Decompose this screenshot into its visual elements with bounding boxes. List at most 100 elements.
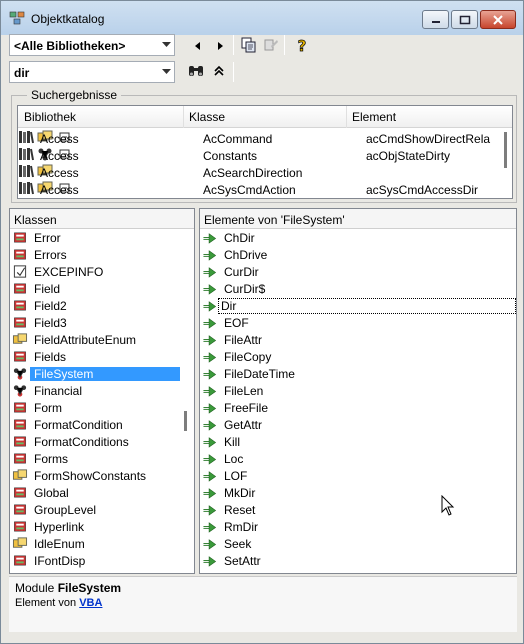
member-item[interactable]: Kill — [200, 433, 516, 450]
member-item[interactable]: MkDir — [200, 484, 516, 501]
method-icon — [203, 539, 217, 550]
column-header-element[interactable]: Element — [352, 110, 396, 128]
forward-icon[interactable] — [211, 37, 229, 55]
copy-icon[interactable] — [240, 36, 258, 54]
details-name: FileSystem — [57, 581, 122, 595]
class-item-label: Fields — [34, 350, 67, 364]
class-item[interactable]: FormShowConstants — [10, 467, 184, 484]
close-button[interactable] — [480, 10, 516, 29]
class-item[interactable]: Field3 — [10, 314, 184, 331]
library-select[interactable]: <Alle Bibliotheken> — [9, 34, 175, 56]
class-item[interactable]: Hyperlink — [10, 518, 184, 535]
member-item[interactable]: LOF — [200, 467, 516, 484]
class-item-label: FormShowConstants — [34, 469, 147, 483]
class-item[interactable]: Fields — [10, 348, 184, 365]
class-item[interactable]: FileSystem — [10, 365, 184, 382]
member-item[interactable]: GetAttr — [200, 416, 516, 433]
member-item[interactable]: CurDir — [200, 263, 516, 280]
close-icon — [493, 14, 503, 25]
member-item[interactable]: CurDir$ — [200, 280, 516, 297]
class-item-label: Global — [34, 486, 69, 500]
class-item[interactable]: Errors — [10, 246, 184, 263]
column-header-library[interactable]: Bibliothek — [24, 110, 76, 128]
member-item[interactable]: RmDir — [200, 518, 516, 535]
column-header-class[interactable]: Klasse — [189, 110, 225, 128]
class-icon — [14, 283, 26, 294]
member-item[interactable]: ChDrive — [200, 246, 516, 263]
member-item[interactable]: Loc — [200, 450, 516, 467]
search-input[interactable]: dir — [9, 61, 175, 83]
class-item[interactable]: Field2 — [10, 297, 184, 314]
library-select-value: <Alle Bibliotheken> — [14, 39, 126, 53]
details-library-link[interactable]: VBA — [79, 597, 102, 609]
member-item[interactable]: FileLen — [200, 382, 516, 399]
class-item[interactable]: EXCEPINFO — [10, 263, 184, 280]
column-divider — [183, 106, 184, 128]
result-row[interactable]: Access AcSearchDirection — [18, 164, 512, 181]
class-item[interactable]: Forms — [10, 450, 184, 467]
maximize-button[interactable] — [451, 10, 478, 29]
result-row[interactable]: Access AcCommand acCmdShowDirectRela — [18, 130, 512, 147]
member-item[interactable]: FreeFile — [200, 399, 516, 416]
search-icon[interactable] — [187, 62, 205, 80]
class-item-label: GroupLevel — [34, 503, 97, 517]
toolbar-separator — [233, 35, 234, 55]
classes-list[interactable]: Klassen Error Errors EXCEPINFO Field Field2 F… — [9, 208, 195, 574]
result-element: acObjStateDirty — [366, 149, 451, 163]
scroll-thumb[interactable] — [504, 132, 507, 168]
minimize-button[interactable] — [422, 10, 449, 29]
member-item[interactable]: SetAttr — [200, 552, 516, 569]
class-item[interactable]: FieldAttributeEnum — [10, 331, 184, 348]
class-icon — [14, 555, 26, 566]
member-item-label: CurDir$ — [224, 282, 266, 296]
member-item-label: CurDir — [224, 265, 259, 279]
member-item[interactable]: EOF — [200, 314, 516, 331]
class-icon — [14, 504, 26, 515]
class-item[interactable]: Field — [10, 280, 184, 297]
result-class: AcSysCmdAction — [203, 183, 296, 197]
member-item[interactable]: FileCopy — [200, 348, 516, 365]
member-item[interactable]: FileDateTime — [200, 365, 516, 382]
result-row[interactable]: Access Constants acObjStateDirty — [18, 147, 512, 164]
method-icon — [203, 301, 217, 312]
result-row[interactable]: Access AcSysCmdAction acSysCmdAccessDir — [18, 181, 512, 198]
members-list[interactable]: Elemente von 'FileSystem' ChDir ChDrive Cu… — [199, 208, 517, 574]
view-definition-icon[interactable] — [262, 36, 280, 54]
member-item[interactable]: ChDir — [200, 229, 516, 246]
results-scrollbar[interactable] — [500, 132, 510, 168]
member-item[interactable]: FileAttr — [200, 331, 516, 348]
member-item-label: LOF — [224, 469, 248, 483]
class-item[interactable]: Form — [10, 399, 184, 416]
class-item[interactable]: IdleEnum — [10, 535, 184, 552]
toolbar-separator — [233, 62, 234, 82]
class-item[interactable]: Financial — [10, 382, 184, 399]
chevron-down-icon — [162, 69, 171, 74]
method-icon — [203, 522, 217, 533]
class-item[interactable]: Error — [10, 229, 184, 246]
member-item[interactable]: Dir — [200, 297, 516, 314]
help-icon[interactable]: ? — [293, 36, 311, 54]
method-icon — [203, 335, 217, 346]
member-item-label: FileDateTime — [224, 367, 295, 381]
method-icon — [203, 471, 217, 482]
chevron-down-icon — [162, 42, 171, 47]
class-item[interactable]: Global — [10, 484, 184, 501]
classes-scroll-thumb[interactable] — [184, 411, 187, 431]
result-library: Access — [40, 183, 79, 197]
class-item[interactable]: FormatCondition — [10, 416, 184, 433]
title-bar[interactable]: Objektkatalog — [1, 1, 523, 35]
class-item[interactable]: FormatConditions — [10, 433, 184, 450]
member-item-label: FileCopy — [224, 350, 272, 364]
class-item[interactable]: GroupLevel — [10, 501, 184, 518]
details-line-1: Module FileSystem — [15, 581, 121, 595]
class-item[interactable]: IFontDisp — [10, 552, 184, 569]
module-icon — [13, 385, 27, 397]
member-item[interactable]: Reset — [200, 501, 516, 518]
member-item[interactable]: Seek — [200, 535, 516, 552]
class-item-label: Field — [34, 282, 61, 296]
method-icon — [203, 505, 217, 516]
class-icon — [14, 249, 26, 260]
collapse-results-icon[interactable] — [210, 62, 228, 80]
search-results-list[interactable]: Bibliothek Klasse Element Access AcComma… — [17, 105, 513, 199]
back-icon[interactable] — [189, 37, 207, 55]
